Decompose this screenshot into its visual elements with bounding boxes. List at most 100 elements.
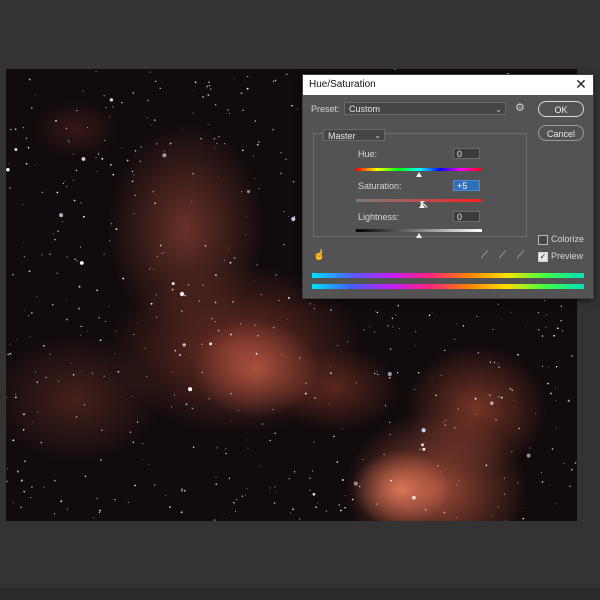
cancel-button[interactable]: Cancel [538, 125, 584, 141]
star [344, 495, 346, 497]
lightness-slider-thumb[interactable] [416, 233, 422, 238]
star [96, 289, 98, 292]
ok-button[interactable]: OK [538, 101, 584, 117]
preset-label: Preset: [311, 104, 340, 114]
star [148, 464, 150, 465]
star [384, 404, 387, 407]
lightness-slider-track[interactable] [356, 229, 482, 232]
star [169, 506, 171, 509]
channel-value: Master [328, 131, 356, 141]
close-icon[interactable]: ✕ [573, 76, 589, 92]
hue-slider-track[interactable] [356, 168, 482, 171]
star [202, 284, 204, 286]
star [25, 137, 28, 140]
star [389, 433, 391, 436]
star [179, 291, 185, 297]
dialog-titlebar[interactable]: Hue/Saturation ✕ [303, 75, 593, 95]
star [115, 330, 117, 332]
star [288, 215, 289, 217]
hue-field[interactable]: 0 [453, 148, 480, 159]
preset-dropdown[interactable]: Custom ⌄ [344, 102, 506, 115]
star [209, 342, 212, 346]
star [35, 94, 36, 96]
star [529, 447, 531, 449]
star [240, 92, 243, 94]
star [129, 431, 132, 433]
star [453, 338, 456, 341]
star [228, 477, 231, 479]
eyedropper-minus-icon[interactable]: ⟋ [517, 251, 524, 261]
star [45, 376, 47, 379]
star [435, 394, 438, 397]
star [62, 221, 64, 223]
star [65, 299, 67, 301]
star [551, 448, 554, 450]
star [245, 234, 247, 236]
star [66, 318, 68, 321]
star [329, 404, 331, 406]
star [261, 423, 264, 425]
star [181, 489, 183, 492]
star [230, 393, 232, 395]
star [456, 484, 458, 486]
star [198, 300, 201, 302]
star [159, 244, 162, 247]
star [437, 465, 439, 467]
star [374, 331, 376, 333]
star [150, 302, 153, 305]
hue-slider-thumb[interactable] [416, 172, 422, 177]
star [444, 424, 447, 427]
star [14, 396, 17, 399]
star [74, 258, 77, 261]
on-image-adjust-hand-icon[interactable]: ☝ [313, 251, 325, 261]
star [171, 282, 175, 286]
star [241, 149, 244, 152]
star [256, 143, 259, 146]
star [58, 380, 60, 382]
star [71, 363, 72, 364]
star [541, 335, 544, 337]
star [155, 316, 158, 318]
colorize-checkbox[interactable] [538, 235, 548, 245]
star [397, 304, 400, 307]
star [136, 322, 138, 324]
star [41, 191, 43, 193]
star [525, 325, 526, 326]
star [304, 392, 307, 395]
eyedropper-icon[interactable]: ⟋ [481, 251, 488, 261]
star [285, 158, 287, 160]
star [313, 307, 315, 310]
preview-checkbox[interactable]: ✓ [538, 252, 548, 262]
star [165, 494, 167, 496]
star [105, 107, 107, 109]
star [78, 285, 81, 288]
star [514, 399, 515, 401]
star [142, 442, 144, 444]
channel-dropdown[interactable]: Master ⌄ [323, 129, 385, 141]
star [121, 147, 123, 149]
eyedropper-plus-icon[interactable]: ⟋ [499, 251, 506, 261]
star [497, 506, 499, 508]
lightness-field[interactable]: 0 [453, 211, 480, 222]
star [325, 510, 327, 512]
star [208, 81, 210, 83]
star [134, 194, 136, 197]
star [81, 261, 84, 264]
star [133, 213, 135, 215]
star [291, 216, 296, 222]
star [99, 509, 101, 512]
star [99, 339, 102, 342]
star [234, 510, 237, 513]
star [109, 116, 111, 118]
saturation-field[interactable]: +5 [453, 180, 480, 191]
gear-icon[interactable]: ⚙ [515, 102, 527, 114]
star [313, 441, 315, 443]
star [148, 268, 151, 270]
star [27, 146, 30, 149]
star [127, 501, 129, 504]
star [93, 517, 95, 519]
star [309, 303, 311, 305]
star [283, 243, 285, 246]
star [254, 324, 256, 326]
star [9, 343, 12, 345]
